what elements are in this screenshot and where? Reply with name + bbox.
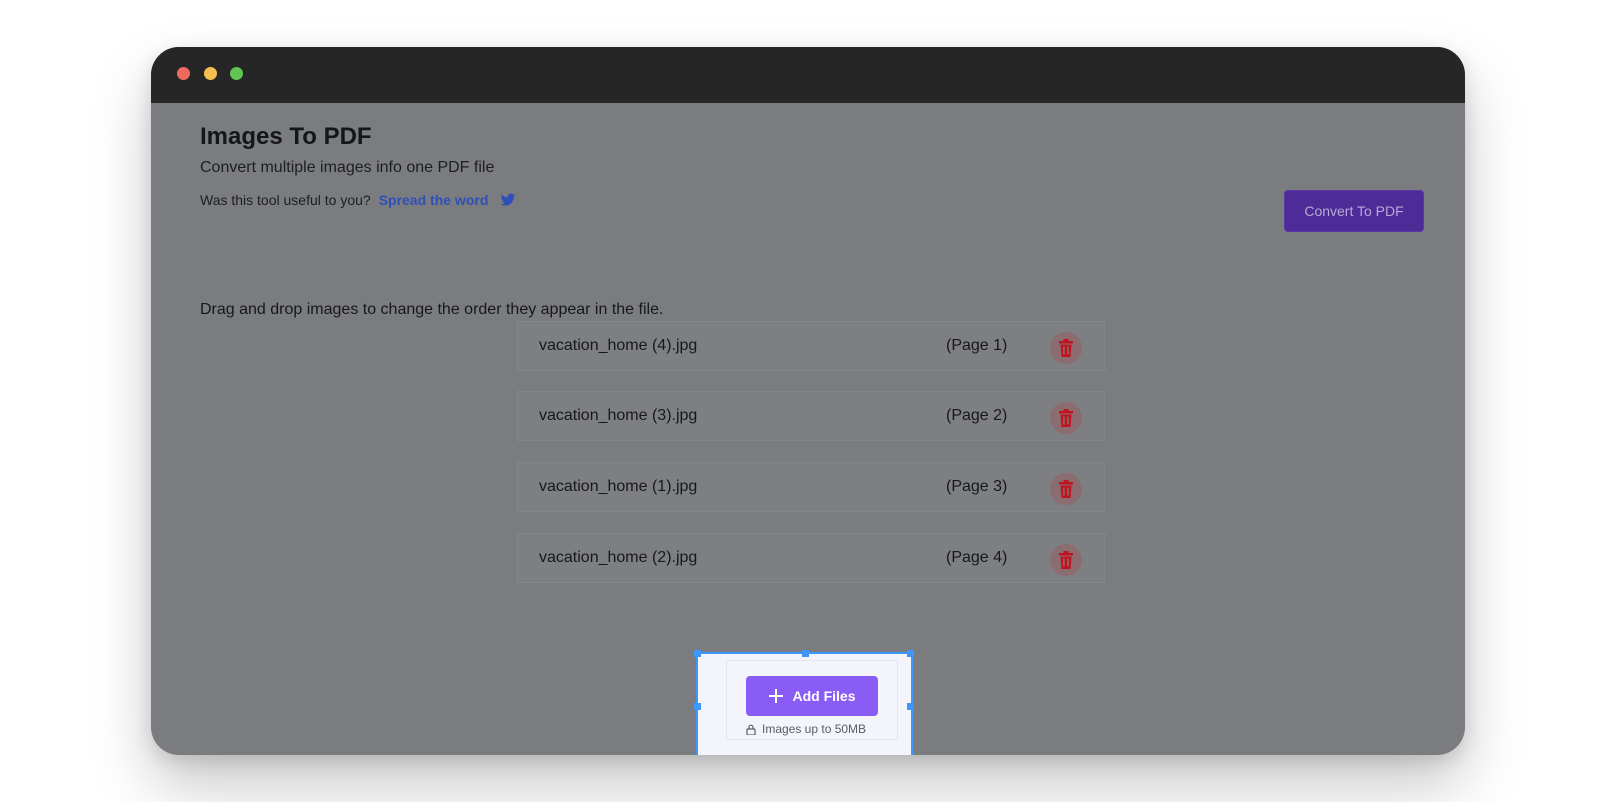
file-name: vacation_home (1).jpg	[539, 478, 698, 495]
maximize-window-button[interactable]	[230, 67, 243, 80]
twitter-icon[interactable]	[500, 192, 516, 208]
resize-handle[interactable]	[907, 650, 914, 657]
feedback-line: Was this tool useful to you? Spread the …	[200, 192, 516, 208]
file-page-number: (Page 4)	[946, 549, 1008, 566]
delete-file-button[interactable]	[1050, 544, 1082, 576]
convert-to-pdf-button[interactable]: Convert To PDF	[1284, 190, 1424, 232]
add-files-button[interactable]: Add Files	[746, 676, 878, 716]
plus-icon	[769, 689, 784, 703]
file-page-number: (Page 3)	[946, 478, 1008, 495]
file-name: vacation_home (4).jpg	[539, 337, 698, 354]
page-content: Images To PDF Convert multiple images in…	[151, 103, 1465, 755]
file-row[interactable]: vacation_home (3).jpg (Page 2)	[517, 391, 1105, 441]
file-page-number: (Page 1)	[946, 337, 1008, 354]
file-name: vacation_home (2).jpg	[539, 549, 698, 566]
useful-question: Was this tool useful to you?	[200, 192, 371, 208]
file-row[interactable]: vacation_home (4).jpg (Page 1)	[517, 321, 1105, 371]
spread-the-word-link[interactable]: Spread the word	[379, 192, 489, 208]
close-window-button[interactable]	[177, 67, 190, 80]
delete-file-button[interactable]	[1050, 402, 1082, 434]
lock-icon	[746, 724, 756, 735]
trash-icon	[1059, 480, 1073, 498]
resize-handle[interactable]	[694, 650, 701, 657]
resize-handle[interactable]	[907, 703, 914, 710]
drag-instruction: Drag and drop images to change the order…	[200, 301, 664, 318]
file-dropzone[interactable]: Add Files Images up to 50MB	[694, 650, 914, 755]
upload-limit-note: Images up to 50MB	[746, 722, 866, 736]
trash-icon	[1059, 339, 1073, 357]
minimize-window-button[interactable]	[204, 67, 217, 80]
resize-handle[interactable]	[694, 703, 701, 710]
resize-handle[interactable]	[802, 650, 809, 657]
trash-icon	[1059, 409, 1073, 427]
file-row[interactable]: vacation_home (1).jpg (Page 3)	[517, 462, 1105, 512]
upload-limit-text: Images up to 50MB	[762, 722, 867, 736]
file-name: vacation_home (3).jpg	[539, 407, 698, 424]
add-files-label: Add Files	[792, 688, 856, 704]
delete-file-button[interactable]	[1050, 332, 1082, 364]
page-subtitle: Convert multiple images info one PDF fil…	[200, 159, 495, 176]
app-window: Images To PDF Convert multiple images in…	[151, 47, 1465, 755]
file-page-number: (Page 2)	[946, 407, 1008, 424]
delete-file-button[interactable]	[1050, 473, 1082, 505]
trash-icon	[1059, 551, 1073, 569]
title-bar	[151, 47, 1465, 103]
page-title: Images To PDF	[200, 123, 372, 150]
file-row[interactable]: vacation_home (2).jpg (Page 4)	[517, 533, 1105, 583]
